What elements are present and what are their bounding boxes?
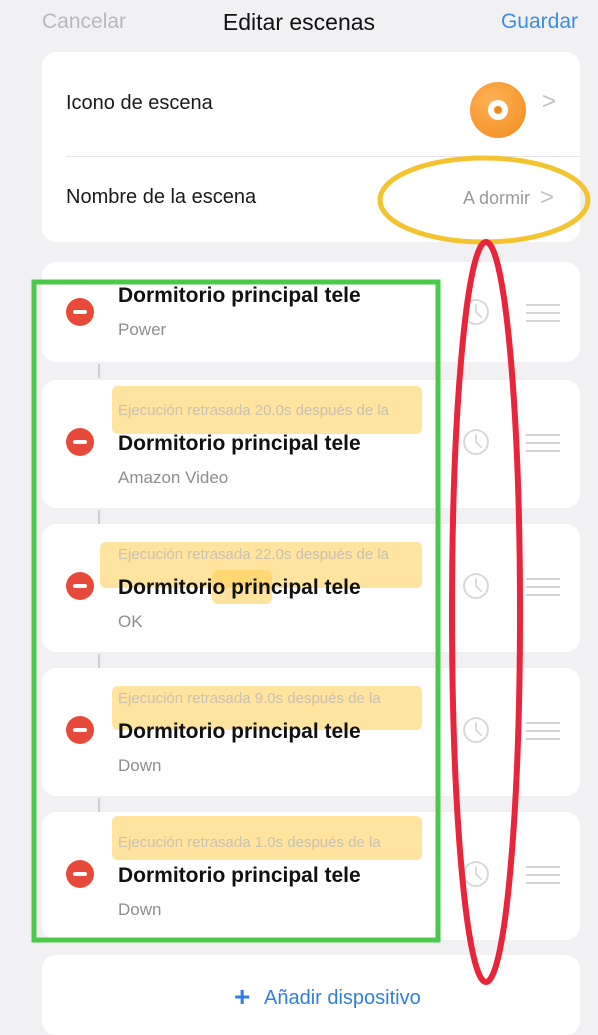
chevron-right-icon: > xyxy=(540,184,555,211)
connector-line xyxy=(98,654,100,668)
scene-name-label: Nombre de la escena xyxy=(66,186,257,208)
remove-action-button[interactable] xyxy=(66,860,94,888)
connector-line xyxy=(98,798,100,812)
chevron-right-icon: > xyxy=(542,88,557,115)
drag-handle-icon[interactable] xyxy=(526,304,560,322)
scene-icon[interactable] xyxy=(470,82,526,138)
action-device-name: Dormitorio principal tele xyxy=(118,432,361,455)
action-delay-text: Ejecución retrasada 1.0s después de la xyxy=(118,834,381,851)
scene-name-value: A dormir xyxy=(462,188,530,208)
plus-icon: + xyxy=(234,981,251,1012)
action-command: Amazon Video xyxy=(118,468,229,487)
remove-action-button[interactable] xyxy=(66,428,94,456)
drag-handle-icon[interactable] xyxy=(526,722,560,740)
clock-icon[interactable] xyxy=(462,572,490,600)
action-item[interactable]: Ejecución retrasada 22.0s después de la … xyxy=(42,524,580,652)
clock-icon[interactable] xyxy=(462,716,490,744)
action-command: Down xyxy=(118,900,162,919)
clock-icon[interactable] xyxy=(462,860,490,888)
scene-icon-row[interactable]: Icono de escena > xyxy=(42,52,580,147)
scene-icon-label: Icono de escena xyxy=(66,92,213,114)
drag-handle-icon[interactable] xyxy=(526,578,560,596)
action-device-name: Dormitorio principal tele xyxy=(118,576,361,599)
action-item[interactable]: Ejecución retrasada 20.0s después de la … xyxy=(42,380,580,508)
action-device-name: Dormitorio principal tele xyxy=(118,720,361,743)
action-delay-text: Ejecución retrasada 22.0s después de la xyxy=(118,546,390,563)
scene-name-row[interactable]: Nombre de la escena A dormir > xyxy=(42,150,580,245)
nav-bar: Cancelar Editar escenas Guardar xyxy=(0,0,598,52)
action-item[interactable]: Dormitorio principal tele Power xyxy=(42,262,580,362)
remove-action-button[interactable] xyxy=(66,298,94,326)
drag-handle-icon[interactable] xyxy=(526,866,560,884)
action-delay-text: Ejecución retrasada 20.0s después de la xyxy=(118,402,390,419)
action-command: Power xyxy=(118,320,167,339)
action-item[interactable]: Ejecución retrasada 1.0s después de la D… xyxy=(42,812,580,940)
clock-icon[interactable] xyxy=(462,298,490,326)
add-device-label: Añadir dispositivo xyxy=(264,987,421,1009)
save-button[interactable]: Guardar xyxy=(501,10,578,34)
connector-line xyxy=(98,364,100,378)
action-delay-text: Ejecución retrasada 9.0s después de la xyxy=(118,690,381,707)
add-device-button[interactable]: + Añadir dispositivo xyxy=(42,955,580,1035)
scene-settings-card: Icono de escena > Nombre de la escena A … xyxy=(42,52,580,242)
clock-icon[interactable] xyxy=(462,428,490,456)
action-device-name: Dormitorio principal tele xyxy=(118,864,361,887)
connector-line xyxy=(98,510,100,524)
remove-action-button[interactable] xyxy=(66,716,94,744)
action-command: OK xyxy=(118,612,143,631)
action-device-name: Dormitorio principal tele xyxy=(118,284,361,307)
remove-action-button[interactable] xyxy=(66,572,94,600)
action-item[interactable]: Ejecución retrasada 9.0s después de la D… xyxy=(42,668,580,796)
drag-handle-icon[interactable] xyxy=(526,434,560,452)
action-command: Down xyxy=(118,756,162,775)
